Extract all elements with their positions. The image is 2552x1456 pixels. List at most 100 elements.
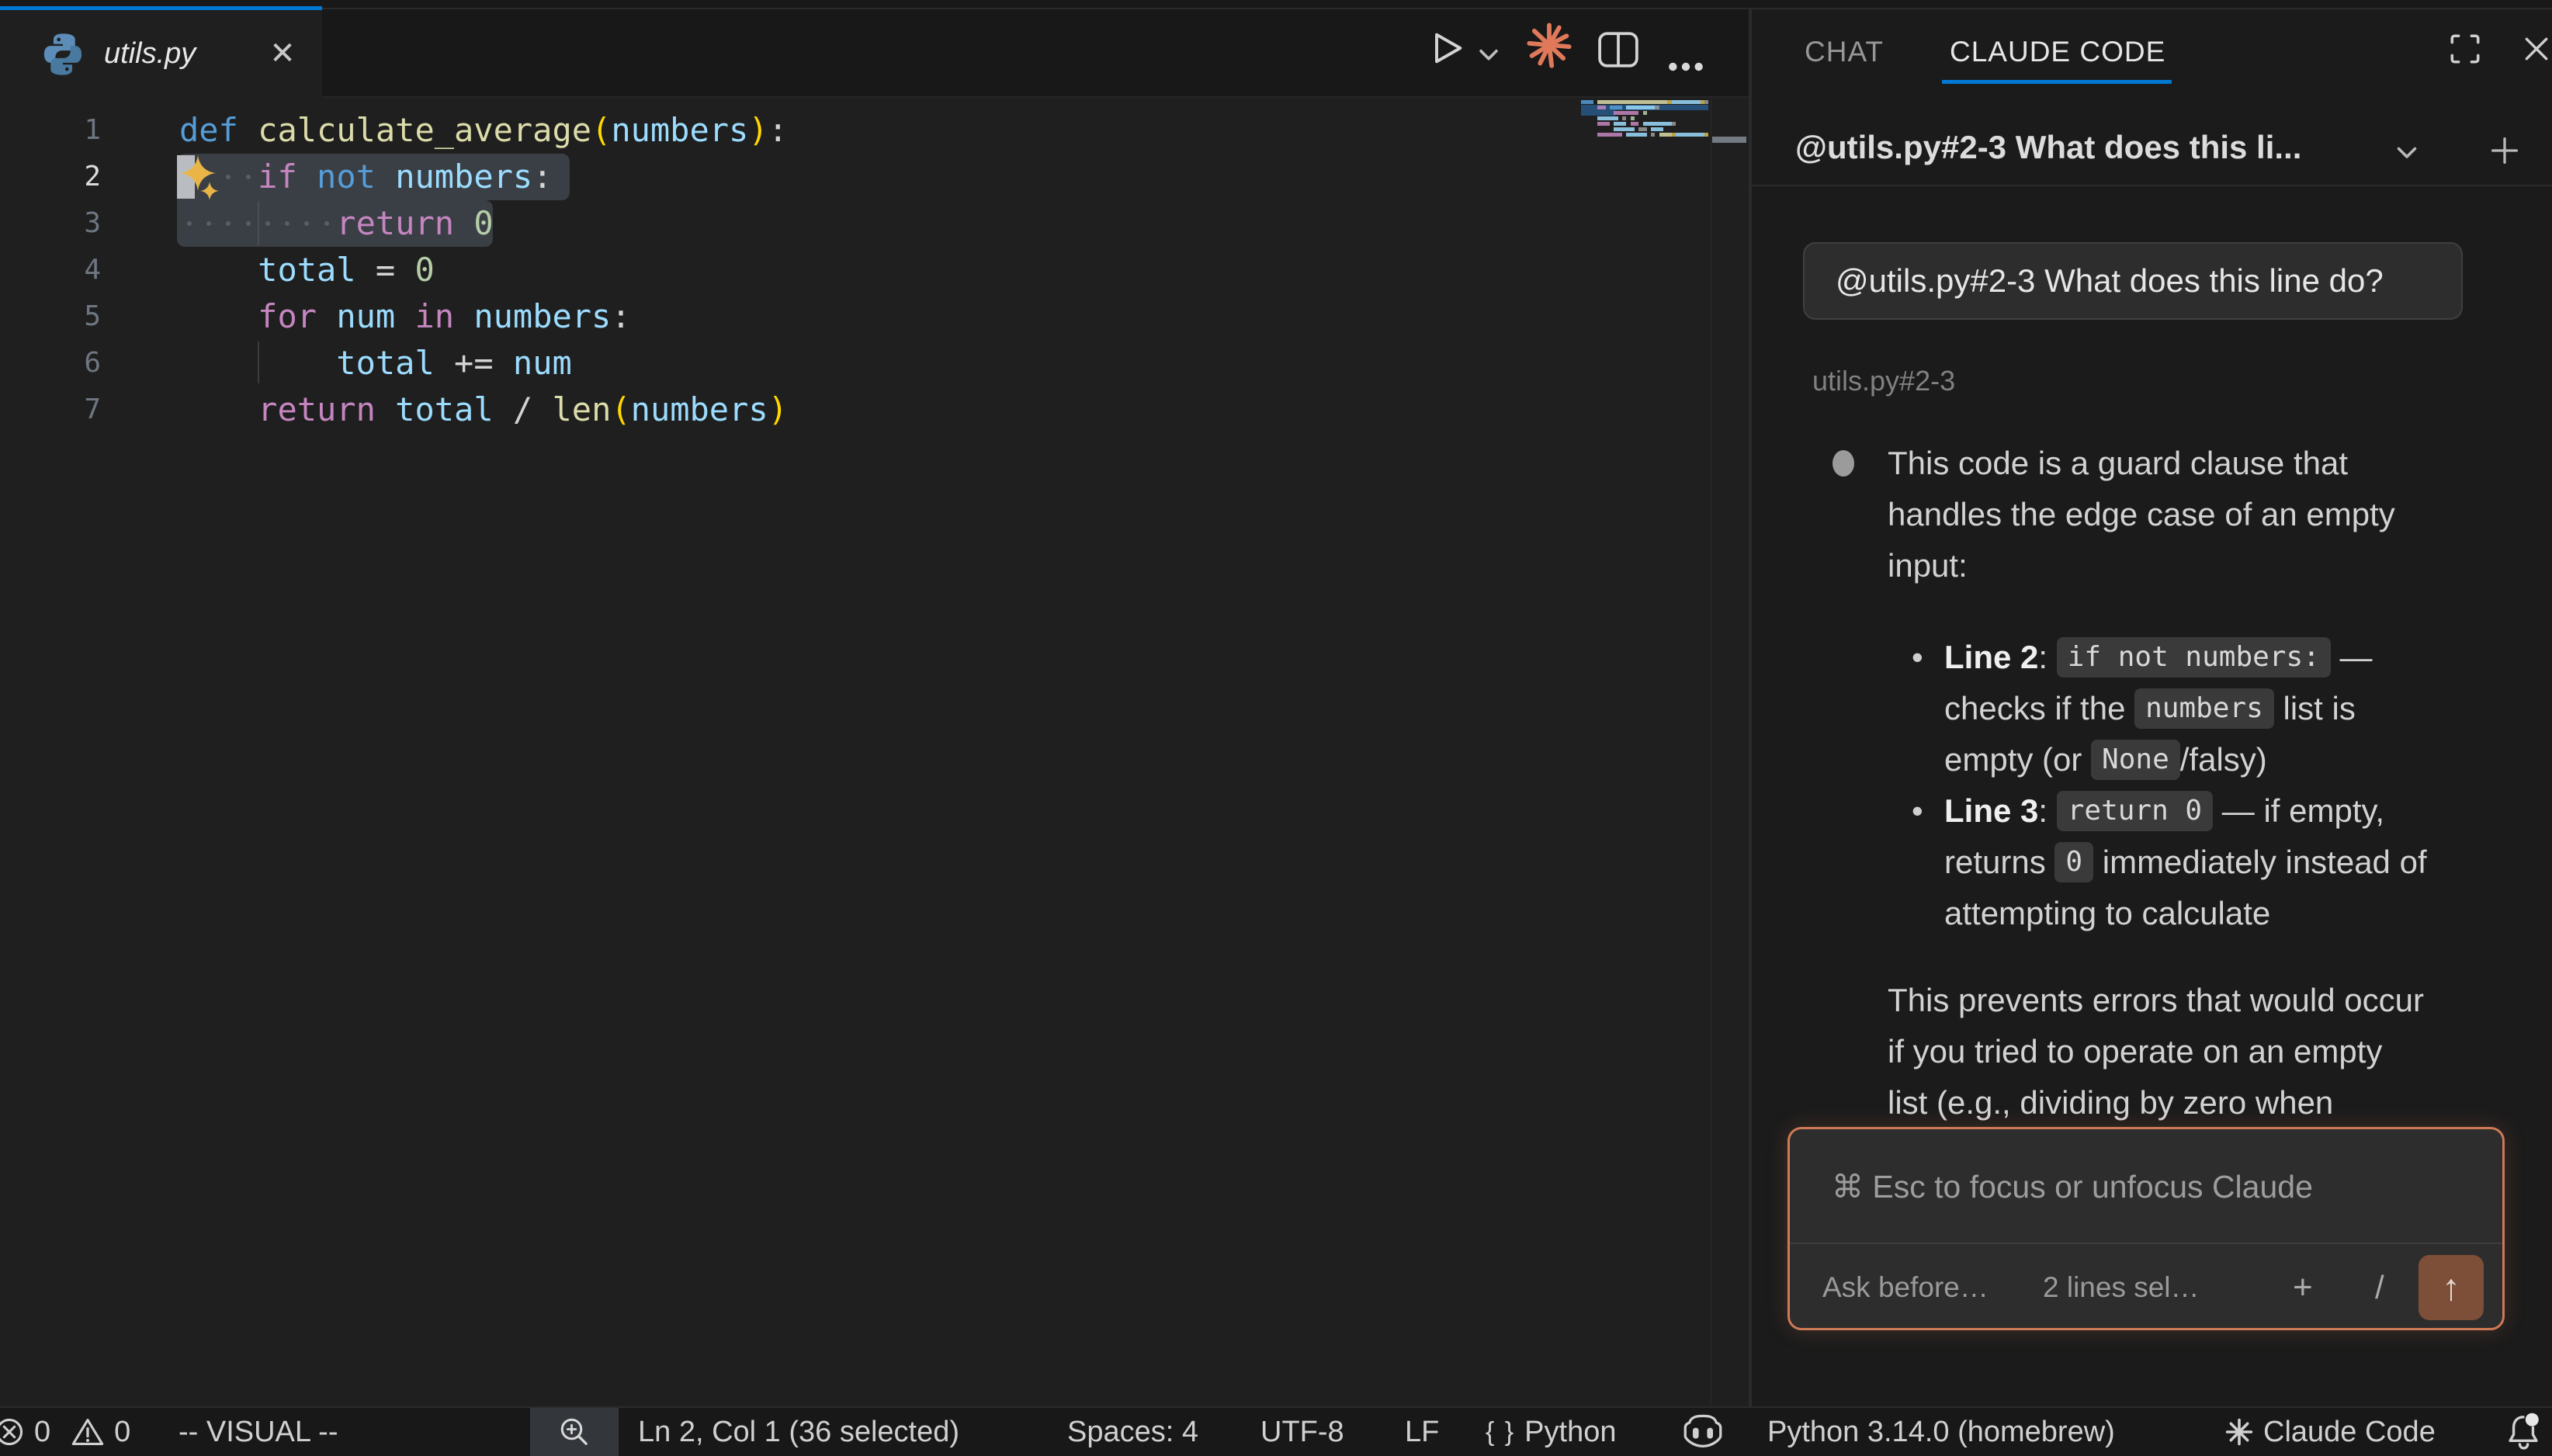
minimap-token	[1638, 127, 1647, 131]
code-line: total += num	[179, 340, 572, 387]
vim-mode-indicator[interactable]: -- VISUAL --	[179, 1408, 338, 1456]
chat-text: immediately instead of	[2093, 844, 2427, 880]
notification-badge	[2526, 1413, 2539, 1427]
indent-guide	[258, 202, 259, 245]
whitespace-dot	[206, 221, 211, 226]
maximize-panel-icon[interactable]	[2447, 31, 2483, 71]
code-token	[395, 297, 414, 335]
session-dropdown-chevron-icon[interactable]	[2393, 138, 2421, 170]
zoom-indicator[interactable]	[530, 1408, 619, 1456]
bold-text: Line 2	[1944, 639, 2038, 675]
close-panel-icon[interactable]	[2522, 34, 2551, 68]
line-number: 1	[0, 107, 101, 154]
split-editor-icon[interactable]	[1596, 19, 1641, 81]
code-token: def	[179, 111, 258, 149]
inline-code-chip: numbers	[2134, 688, 2274, 729]
code-token	[297, 158, 317, 196]
code-token	[356, 251, 376, 289]
code-token: total	[336, 344, 434, 382]
prompt-toolbar: Ask before… 2 lines sel… + / ↑	[1790, 1244, 2502, 1330]
inline-code-chip: if not numbers:	[2057, 637, 2331, 678]
claude-code-starburst-icon[interactable]	[1523, 14, 1576, 76]
code-token: total	[395, 390, 493, 428]
code-token: return	[336, 204, 454, 242]
minimap-token	[1643, 111, 1647, 115]
code-token: :	[768, 111, 788, 149]
assistant-bullet-icon	[1833, 450, 1854, 477]
line-number: 5	[0, 293, 101, 340]
slash-command-button[interactable]: /	[2375, 1244, 2384, 1330]
list-item: •Line 3: return 0 — if empty,returns 0 i…	[1784, 785, 2523, 939]
minimap-token	[1597, 100, 1667, 104]
cursor-position-indicator[interactable]: Ln 2, Col 1 (36 selected)	[638, 1408, 959, 1456]
claude-code-status[interactable]: Claude Code	[2224, 1408, 2436, 1456]
code-token: )	[748, 111, 768, 149]
chat-text: returns	[1944, 844, 2054, 880]
send-button[interactable]: ↑	[2419, 1255, 2484, 1320]
line-number: 7	[0, 387, 101, 433]
active-tab-underline	[1942, 80, 2172, 84]
minimap-token	[1614, 111, 1638, 115]
code-token: 0	[414, 251, 434, 289]
code-token: num	[513, 344, 572, 382]
code-editor[interactable]: 1234567 def calculate_average(numbers): …	[0, 99, 1749, 1406]
minimap-token	[1597, 116, 1618, 120]
tab-chat[interactable]: CHAT	[1805, 36, 1884, 68]
eol-indicator[interactable]: LF	[1405, 1408, 1439, 1456]
braces-icon: { }	[1486, 1417, 1515, 1447]
more-actions-icon[interactable]	[1666, 36, 1706, 98]
permission-mode-button[interactable]: Ask before…	[1822, 1244, 1989, 1330]
paragraph-line: input:	[1888, 540, 2523, 591]
chat-text: This code is a guard clause that	[1888, 445, 2348, 481]
tab-close-icon[interactable]: ✕	[264, 35, 301, 72]
minimap-token	[1631, 122, 1639, 126]
run-button[interactable]	[1423, 17, 1470, 79]
selection-context-button[interactable]: 2 lines sel…	[2043, 1244, 2200, 1330]
claude-code-panel: CHAT CLAUDE CODE @utils.py#2-3 What does…	[1752, 9, 2552, 1406]
minimap-selection	[1581, 110, 1615, 116]
code-line: if not numbers:	[179, 154, 553, 200]
status-bar: 0 0 -- VISUAL -- Ln 2, Col 1 (36 selecte…	[0, 1406, 2552, 1456]
new-chat-icon[interactable]	[2488, 133, 2522, 172]
code-token: in	[414, 297, 454, 335]
python-interpreter-indicator[interactable]: Python 3.14.0 (homebrew)	[1767, 1408, 2115, 1456]
tab-utils-py[interactable]: utils.py ✕	[0, 6, 322, 98]
send-arrow-icon: ↑	[2442, 1267, 2460, 1309]
minimap-token	[1651, 133, 1655, 137]
notifications-bell[interactable]	[2504, 1408, 2543, 1456]
encoding-indicator[interactable]: UTF-8	[1260, 1408, 1344, 1456]
problems-indicator[interactable]: 0 0	[0, 1408, 130, 1456]
run-dropdown-chevron-icon[interactable]	[1473, 23, 1504, 85]
context-reference: utils.py#2-3	[1812, 365, 2523, 397]
chat-text: — if empty,	[2213, 792, 2384, 829]
chat-text: input:	[1888, 547, 1968, 584]
tab-claude-code[interactable]: CLAUDE CODE	[1950, 36, 2165, 68]
paragraph-line: handles the edge case of an empty	[1888, 489, 2523, 540]
minimap-token	[1676, 133, 1704, 137]
attach-button[interactable]: +	[2293, 1244, 2313, 1330]
minimap-token	[1626, 106, 1655, 109]
list-item-line: Line 2: if not numbers: —	[1944, 632, 2523, 683]
chat-text: list is	[2274, 690, 2356, 726]
code-token: numbers	[395, 158, 532, 196]
prompt-placeholder[interactable]: ⌘ Esc to focus or unfocus Claude	[1832, 1168, 2313, 1205]
code-token	[179, 297, 258, 335]
session-selector[interactable]: @utils.py#2-3 What does this li...	[1752, 110, 2552, 185]
claude-prompt-box[interactable]: ⌘ Esc to focus or unfocus Claude Ask bef…	[1787, 1127, 2505, 1330]
inline-code-chip: None	[2091, 740, 2180, 780]
code-token	[376, 390, 395, 428]
code-token: :	[532, 158, 552, 196]
minimap[interactable]	[1581, 99, 1708, 255]
copilot-status[interactable]	[1683, 1408, 1723, 1456]
code-token: 0	[473, 204, 493, 242]
code-token: numbers	[611, 111, 748, 149]
code-token: return	[258, 390, 376, 428]
code-line: for num in numbers:	[179, 293, 631, 340]
indentation-indicator[interactable]: Spaces: 4	[1067, 1408, 1198, 1456]
chat-text: list (e.g., dividing by zero when	[1888, 1084, 2333, 1121]
line-number: 4	[0, 247, 101, 293]
language-mode-indicator[interactable]: { } Python	[1486, 1408, 1616, 1456]
line-number: 3	[0, 200, 101, 247]
minimap-token	[1597, 133, 1622, 137]
minimap-token	[1655, 106, 1659, 109]
